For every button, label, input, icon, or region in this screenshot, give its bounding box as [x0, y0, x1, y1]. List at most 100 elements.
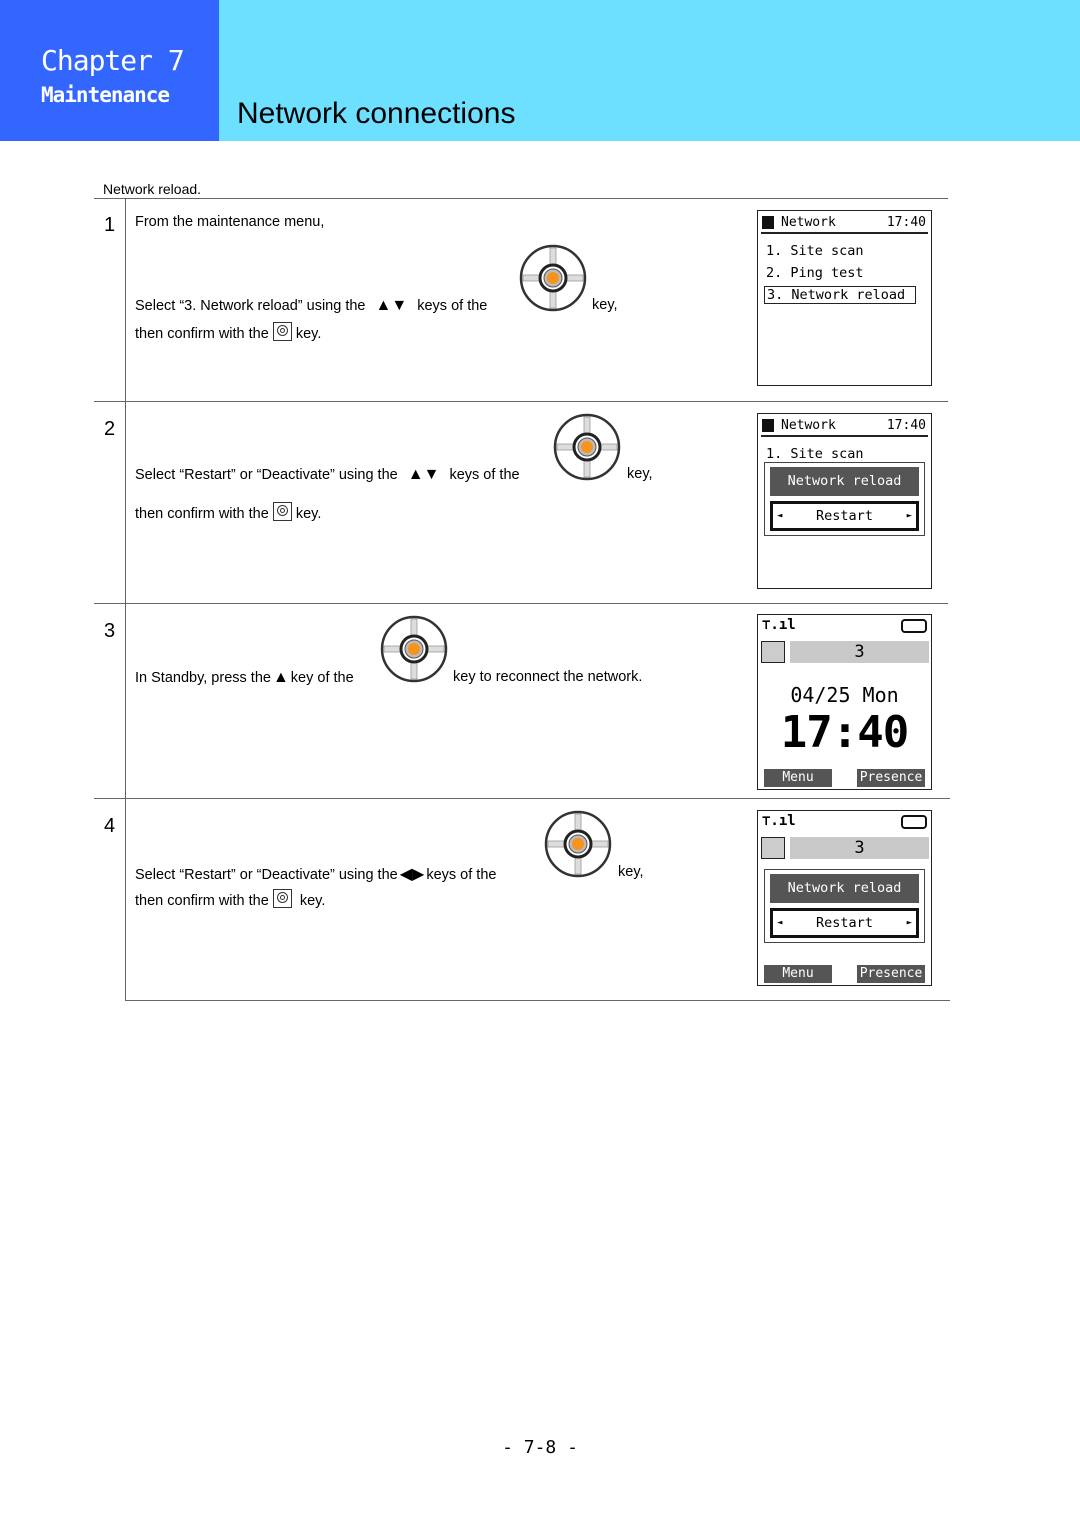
- phone-screen-standby-dialog: ⊤.ıl 3 Network reload ◄ Restart ► Menu P…: [757, 810, 932, 986]
- dialog-title: Network reload: [770, 467, 919, 496]
- left-right-arrow-icon: ◀▶: [399, 866, 425, 883]
- menu-block-icon: [762, 216, 774, 229]
- step-text: Select “3. Network reload” using the ▲▼ …: [135, 297, 487, 315]
- menu-item-selected[interactable]: 3. Network reload: [764, 286, 917, 304]
- page-number: - 7-8 -: [502, 1437, 578, 1458]
- standby-date: 04/25 Mon: [790, 683, 899, 707]
- ok-key-icon: [272, 502, 292, 521]
- selector-value: Restart: [816, 915, 873, 931]
- softkey-presence[interactable]: Presence: [857, 769, 925, 787]
- text-fragment: Select “Restart” or “Deactivate” using t…: [135, 467, 398, 483]
- phone-screen-menu: Network 17:40 1. Site scan 2. Ping test …: [757, 210, 932, 386]
- left-arrow-icon[interactable]: ◄: [777, 911, 782, 935]
- table-top-rule: [94, 198, 948, 199]
- text-fragment: Select “3. Network reload” using the: [135, 298, 366, 314]
- step-text: From the maintenance menu,: [135, 214, 325, 230]
- status-bar: ⊤.ıl: [761, 813, 928, 833]
- row-divider: [94, 798, 950, 799]
- navigation-key-icon: [519, 244, 587, 312]
- phone-screen-standby: ⊤.ıl 3 04/25 Mon 17:40 Menu Presence: [757, 614, 932, 790]
- step-text: Select “Restart” or “Deactivate” using t…: [135, 864, 496, 884]
- text-fragment: In Standby, press the: [135, 670, 271, 686]
- menu-block-icon: [762, 419, 774, 432]
- line-number: 3: [790, 837, 929, 859]
- line-bar: 3: [758, 835, 931, 861]
- text-fragment: keys of the: [426, 867, 497, 883]
- screen-clock: 17:40: [886, 215, 926, 230]
- section-label: Maintenance: [41, 83, 170, 107]
- screen-header-label: Network: [781, 215, 836, 230]
- status-bar: ⊤.ıl: [761, 617, 928, 637]
- menu-item[interactable]: 1. Site scan: [766, 446, 864, 462]
- text-fragment: Select “Restart” or “Deactivate” using t…: [135, 867, 398, 883]
- row-divider: [94, 401, 948, 402]
- softkey-menu[interactable]: Menu: [764, 965, 832, 983]
- text-fragment: key of the: [290, 670, 354, 686]
- up-down-arrow-icon: ▲▼: [407, 466, 440, 483]
- screen-clock: 17:40: [886, 418, 926, 433]
- chapter-label: Chapter 7: [41, 44, 185, 77]
- signal-icon: ⊤.ıl: [762, 813, 796, 829]
- navigation-key-icon: [544, 810, 612, 878]
- intro-text: Network reload.: [103, 181, 202, 197]
- screen-header: Network 17:40: [761, 417, 928, 437]
- step-number: 2: [104, 418, 116, 440]
- table-column-divider: [125, 199, 126, 1001]
- signal-icon: ⊤.ıl: [762, 617, 796, 633]
- page-title: Network connections: [237, 97, 516, 130]
- option-selector[interactable]: ◄ Restart ►: [770, 908, 919, 938]
- step-text: In Standby, press the ▲ key of the: [135, 669, 354, 687]
- ok-key-icon: [272, 322, 292, 341]
- text-fragment: then confirm with the: [135, 506, 269, 522]
- step-number: 3: [104, 620, 116, 642]
- network-reload-dialog: Network reload ◄ Restart ►: [764, 869, 925, 943]
- navigation-key-icon: [553, 413, 621, 481]
- step-number: 1: [104, 214, 116, 236]
- menu-item[interactable]: 1. Site scan: [766, 243, 864, 259]
- text-fragment: keys of the: [449, 467, 520, 483]
- line-number: 3: [790, 641, 929, 663]
- text-fragment: then confirm with the: [135, 326, 269, 342]
- step-text: key,: [627, 466, 653, 482]
- text-fragment: keys of the: [417, 298, 488, 314]
- step-text: then confirm with the key.: [135, 889, 325, 909]
- menu-item[interactable]: 2. Ping test: [766, 265, 864, 281]
- table-bottom-rule: [125, 1000, 950, 1001]
- navigation-key-icon: [380, 615, 448, 683]
- alarm-icon: [761, 641, 785, 663]
- text-fragment: then confirm with the: [135, 893, 269, 909]
- up-down-arrow-icon: ▲▼: [375, 297, 408, 314]
- text-fragment: key.: [299, 893, 326, 909]
- step-number: 4: [104, 815, 116, 837]
- up-arrow-icon: ▲: [272, 669, 289, 686]
- selector-value: Restart: [816, 508, 873, 524]
- battery-icon: [901, 619, 927, 633]
- right-arrow-icon[interactable]: ►: [907, 504, 912, 528]
- screen-header: Network 17:40: [761, 214, 928, 234]
- step-text: key,: [618, 864, 644, 880]
- left-arrow-icon[interactable]: ◄: [777, 504, 782, 528]
- step-text: key to reconnect the network.: [453, 669, 643, 685]
- standby-time: 17:40: [780, 707, 909, 758]
- network-reload-dialog: Network reload ◄ Restart ►: [764, 462, 925, 536]
- battery-icon: [901, 815, 927, 829]
- text-fragment: key.: [295, 506, 322, 522]
- step-text: then confirm with the key.: [135, 322, 321, 342]
- title-banner: Network connections: [219, 0, 1080, 141]
- row-divider: [94, 603, 948, 604]
- step-text: Select “Restart” or “Deactivate” using t…: [135, 466, 520, 484]
- screen-header-label: Network: [781, 418, 836, 433]
- option-selector[interactable]: ◄ Restart ►: [770, 501, 919, 531]
- phone-screen-dialog: Network 17:40 1. Site scan Network reloa…: [757, 413, 932, 589]
- softkey-presence[interactable]: Presence: [857, 965, 925, 983]
- chapter-banner: Chapter 7 Maintenance: [0, 0, 219, 141]
- softkey-menu[interactable]: Menu: [764, 769, 832, 787]
- text-fragment: key.: [295, 326, 322, 342]
- step-text: key,: [592, 297, 618, 313]
- step-text: then confirm with the key.: [135, 502, 321, 522]
- line-bar: 3: [758, 639, 931, 665]
- dialog-title: Network reload: [770, 874, 919, 903]
- right-arrow-icon[interactable]: ►: [907, 911, 912, 935]
- ok-key-icon: [272, 889, 292, 908]
- alarm-icon: [761, 837, 785, 859]
